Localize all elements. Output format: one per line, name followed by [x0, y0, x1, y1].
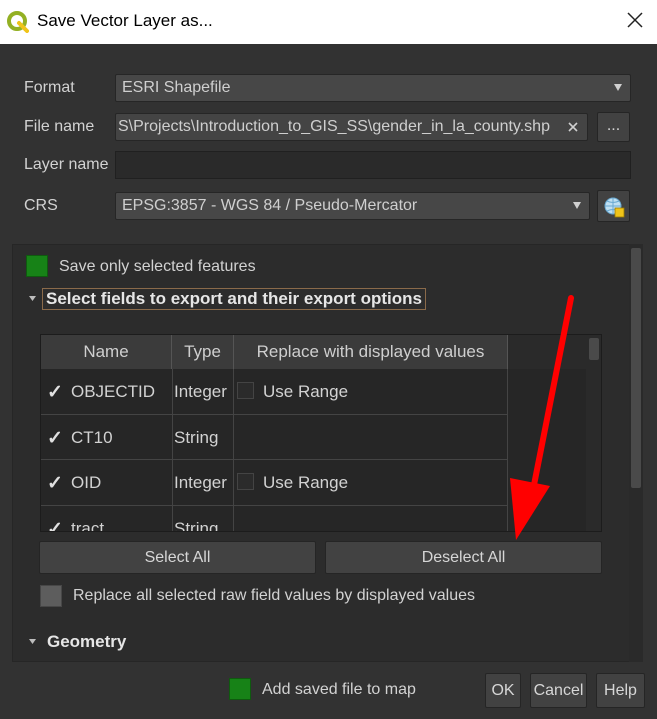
- format-label: Format: [24, 79, 75, 96]
- crs-combo[interactable]: EPSG:3857 - WGS 84 / Pseudo-Mercator: [115, 192, 590, 220]
- use-range-label: Use Range: [263, 382, 349, 401]
- add-to-map-label: Add saved file to map: [262, 681, 416, 698]
- geometry-section-toggle[interactable]: Geometry: [47, 632, 126, 652]
- help-button[interactable]: Help: [596, 673, 645, 708]
- row-checkbox[interactable]: ✓: [47, 518, 63, 531]
- crs-globe-icon: [604, 197, 625, 218]
- layername-input[interactable]: [115, 151, 631, 179]
- add-to-map-checkbox[interactable]: [229, 678, 251, 700]
- use-range-checkbox[interactable]: [237, 473, 254, 490]
- row-checkbox[interactable]: ✓: [47, 381, 63, 404]
- table-scrollbar-thumb[interactable]: [589, 338, 599, 360]
- field-name: CT10: [71, 428, 113, 447]
- field-name: tract: [71, 519, 105, 532]
- table-scrollbar[interactable]: [586, 335, 601, 531]
- crs-select-button[interactable]: [597, 190, 630, 222]
- clear-icon[interactable]: [567, 121, 579, 133]
- save-selected-label: Save only selected features: [59, 258, 256, 275]
- dropdown-arrow-icon: [573, 202, 581, 209]
- field-name: OBJECTID: [71, 382, 156, 401]
- field-type: String: [174, 519, 219, 532]
- qgis-logo-icon: [7, 11, 29, 33]
- table-row[interactable]: ✓ OBJECTID Integer Use Range: [41, 369, 507, 414]
- field-type: Integer: [174, 382, 227, 401]
- format-value: ESRI Shapefile: [122, 79, 231, 96]
- cancel-button[interactable]: Cancel: [530, 673, 587, 708]
- crs-value: EPSG:3857 - WGS 84 / Pseudo-Mercator: [122, 197, 418, 214]
- filename-input[interactable]: S\Projects\Introduction_to_GIS_SS\gender…: [115, 113, 588, 141]
- window-title: Save Vector Layer as...: [37, 11, 213, 30]
- use-range-checkbox[interactable]: [237, 382, 254, 399]
- table-row[interactable]: ✓ OID Integer Use Range: [41, 460, 507, 505]
- panel-scrollbar[interactable]: [629, 244, 643, 662]
- title-bar: Save Vector Layer as...: [0, 0, 657, 44]
- crs-label: CRS: [24, 197, 58, 214]
- field-type: String: [174, 428, 219, 447]
- column-header-name[interactable]: Name: [41, 335, 172, 369]
- fields-section-toggle[interactable]: Select fields to export and their export…: [42, 288, 426, 310]
- fields-table[interactable]: Name Type Replace with displayed values …: [40, 334, 602, 532]
- replace-raw-values-label: Replace all selected raw field values by…: [73, 587, 475, 604]
- field-type: Integer: [174, 473, 227, 492]
- dropdown-arrow-icon: [614, 84, 622, 91]
- row-checkbox[interactable]: ✓: [47, 472, 63, 495]
- table-row[interactable]: ✓ tract String: [41, 506, 507, 532]
- collapse-arrow-icon[interactable]: [28, 294, 37, 303]
- row-checkbox[interactable]: ✓: [47, 427, 63, 450]
- layername-label: Layer name: [24, 156, 109, 173]
- format-combo[interactable]: ESRI Shapefile: [115, 74, 631, 102]
- replace-raw-values-checkbox[interactable]: [40, 585, 62, 607]
- filename-label: File name: [24, 118, 95, 135]
- save-selected-checkbox[interactable]: [26, 255, 48, 277]
- panel-scrollbar-thumb[interactable]: [631, 248, 641, 488]
- close-icon[interactable]: [624, 9, 646, 31]
- browse-button[interactable]: ...: [597, 112, 630, 142]
- filename-value: S\Projects\Introduction_to_GIS_SS\gender…: [118, 118, 550, 135]
- select-all-button[interactable]: Select All: [39, 541, 316, 574]
- ok-button[interactable]: OK: [485, 673, 521, 708]
- deselect-all-button[interactable]: Deselect All: [325, 541, 602, 574]
- column-divider: [507, 369, 508, 531]
- column-header-replace[interactable]: Replace with displayed values: [234, 335, 508, 369]
- field-name: OID: [71, 473, 102, 492]
- table-row[interactable]: ✓ CT10 String: [41, 415, 507, 459]
- collapse-arrow-icon[interactable]: [28, 637, 37, 646]
- use-range-label: Use Range: [263, 473, 349, 492]
- column-header-type[interactable]: Type: [172, 335, 234, 369]
